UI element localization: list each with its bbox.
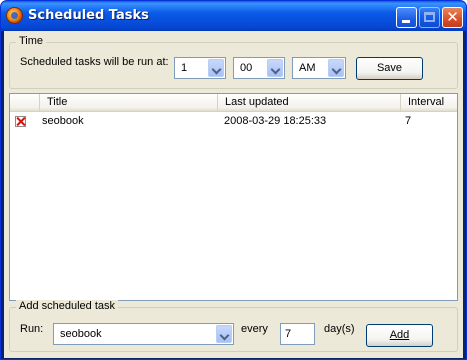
window-title: Scheduled Tasks bbox=[28, 8, 149, 23]
run-label: Run: bbox=[20, 323, 44, 335]
interval-input[interactable]: 7 bbox=[280, 323, 315, 345]
task-list[interactable]: Title Last updated Interval seobook 2008… bbox=[9, 93, 458, 301]
chevron-down-icon[interactable] bbox=[216, 325, 232, 343]
task-interval: 7 bbox=[405, 115, 412, 127]
run-at-label: Scheduled tasks will be run at: bbox=[20, 56, 169, 68]
window-client-area: Time Scheduled tasks will be run at: 1 0… bbox=[4, 31, 463, 358]
delete-task-icon[interactable] bbox=[15, 116, 26, 127]
days-unit-label: day(s) bbox=[324, 323, 355, 335]
task-last-updated: 2008-03-29 18:25:33 bbox=[224, 115, 327, 127]
time-group: Time Scheduled tasks will be run at: 1 0… bbox=[9, 35, 458, 89]
close-icon: ✕ bbox=[446, 8, 459, 26]
maximize-button bbox=[419, 7, 440, 28]
column-header-delete[interactable] bbox=[10, 94, 40, 112]
minimize-button[interactable] bbox=[396, 7, 417, 28]
run-task-value: seobook bbox=[60, 328, 102, 340]
run-task-select[interactable]: seobook bbox=[53, 323, 234, 345]
hour-value: 1 bbox=[181, 62, 188, 74]
chevron-down-icon[interactable] bbox=[328, 59, 344, 77]
maximize-icon bbox=[424, 12, 435, 22]
close-button[interactable]: ✕ bbox=[442, 7, 463, 28]
firefox-icon bbox=[6, 7, 23, 24]
minimize-icon bbox=[402, 20, 410, 23]
minute-select[interactable]: 00 bbox=[233, 57, 285, 79]
ampm-select[interactable]: AM bbox=[292, 57, 346, 79]
time-group-legend: Time bbox=[16, 35, 47, 47]
chevron-down-icon[interactable] bbox=[267, 59, 283, 77]
table-row[interactable]: seobook 2008-03-29 18:25:33 7 bbox=[10, 113, 457, 129]
column-header-interval[interactable]: Interval bbox=[401, 94, 457, 112]
column-header-last-updated[interactable]: Last updated bbox=[218, 94, 401, 112]
ampm-value: AM bbox=[299, 62, 316, 74]
save-button[interactable]: Save bbox=[356, 57, 423, 80]
scheduled-tasks-window: Scheduled Tasks ✕ Time Scheduled tasks w… bbox=[0, 0, 467, 360]
add-button[interactable]: Add bbox=[366, 324, 433, 347]
hour-select[interactable]: 1 bbox=[174, 57, 226, 79]
add-task-group: Add scheduled task Run: seobook every 7 … bbox=[9, 300, 458, 352]
column-header-title[interactable]: Title bbox=[40, 94, 218, 112]
task-title: seobook bbox=[42, 115, 84, 127]
minute-value: 00 bbox=[240, 62, 253, 74]
chevron-down-icon[interactable] bbox=[208, 59, 224, 77]
every-label: every bbox=[241, 323, 268, 335]
title-bar[interactable]: Scheduled Tasks ✕ bbox=[1, 1, 466, 31]
task-list-header: Title Last updated Interval bbox=[10, 94, 457, 112]
add-task-legend: Add scheduled task bbox=[16, 300, 119, 312]
